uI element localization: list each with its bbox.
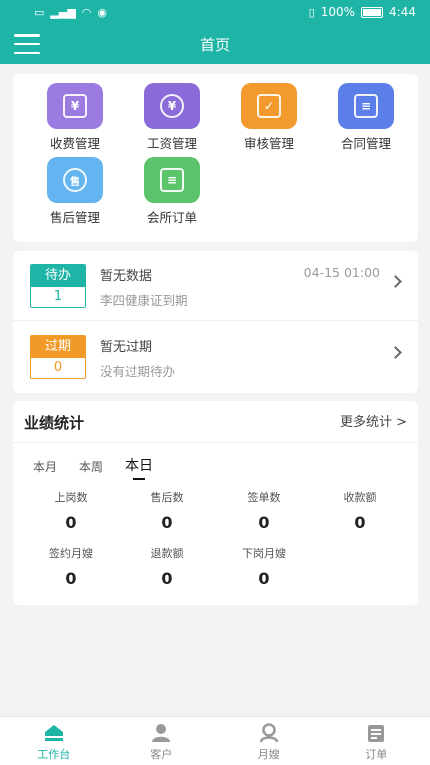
workbench-icon <box>43 723 65 743</box>
stat-value: 0 <box>161 513 173 532</box>
stat-value: 0 <box>258 513 270 532</box>
vibrate-icon: ▯ <box>308 5 315 19</box>
menu-item-after-sales[interactable]: 售 售后管理 <box>30 157 120 226</box>
chevron-right-icon <box>389 275 402 288</box>
stat-value: 0 <box>65 569 77 588</box>
nav-bar: 首页 <box>0 24 430 64</box>
stat-after-sales: 售后数 0 <box>119 489 215 532</box>
stat-label: 下岗月嫂 <box>242 547 286 560</box>
tab-workbench[interactable]: 工作台 <box>0 717 108 765</box>
nanny-icon <box>258 723 280 743</box>
pending-subtitle: 李四健康证到期 <box>100 293 188 308</box>
stat-value: 0 <box>258 569 270 588</box>
tab-customer[interactable]: 客户 <box>108 717 216 765</box>
function-grid: ¥ 收费管理 ¥ 工资管理 ✓ 审核管理 ≡ 合同管理 售 售后管理 ≡ 会所订… <box>13 74 418 242</box>
wifi-icon: ◠ <box>81 5 92 19</box>
status-bar: ▭ ▂▄▆ ◠ ◉ ▯ 100% 4:44 <box>0 0 430 24</box>
after-sales-icon: 售 <box>47 157 103 203</box>
menu-item-salary[interactable]: ¥ 工资管理 <box>127 83 217 152</box>
expired-todo-row[interactable]: 过期 0 暂无过期 没有过期待办 <box>13 322 418 392</box>
stat-label: 售后数 <box>150 491 184 504</box>
stats-title: 业绩统计 <box>24 414 85 432</box>
clock: 4:44 <box>389 5 416 19</box>
order-icon <box>365 723 387 743</box>
status-icons: ▭ ▂▄▆ ◠ ◉ <box>34 6 107 19</box>
divider <box>13 442 418 443</box>
fee-management-icon: ¥ <box>47 83 103 129</box>
club-order-icon: ≡ <box>144 157 200 203</box>
stat-offboard-nanny: 下岗月嫂 0 <box>216 545 312 588</box>
salary-management-icon: ¥ <box>144 83 200 129</box>
stat-label: 退款额 <box>150 547 184 560</box>
status-right: ▯ 100% 4:44 <box>309 5 416 19</box>
stat-value: 0 <box>65 513 77 532</box>
stat-label: 签单数 <box>247 491 281 504</box>
pending-todo-row[interactable]: 待办 1 暂无数据 李四健康证到期 04-15 01:00 <box>13 251 418 321</box>
stat-onboard: 上岗数 0 <box>23 489 119 532</box>
page-title: 首页 <box>199 36 230 54</box>
contract-management-icon: ≡ <box>338 83 394 129</box>
menu-item-label: 售后管理 <box>49 210 100 225</box>
performance-stats: 业绩统计 更多统计 > 本月 本周 本日 上岗数 0 售后数 0 签单数 0 收… <box>13 401 418 605</box>
stat-value: 0 <box>161 569 173 588</box>
pending-time: 04-15 01:00 <box>303 265 380 280</box>
sim-icon: ▭ <box>34 5 45 19</box>
stat-label: 签约月嫂 <box>49 547 93 560</box>
expired-subtitle: 没有过期待办 <box>100 364 176 379</box>
tab-label: 订单 <box>365 748 388 761</box>
tab-label: 工作台 <box>37 748 71 761</box>
stat-signed: 签单数 0 <box>216 489 312 532</box>
customer-icon <box>150 723 172 743</box>
pending-tag-label: 待办 <box>31 265 85 287</box>
stat-contracted-nanny: 签约月嫂 0 <box>23 545 119 588</box>
stat-label: 上岗数 <box>54 491 88 504</box>
battery-percent: 100% <box>320 5 356 19</box>
expired-title: 暂无过期 <box>100 340 153 355</box>
menu-item-contract[interactable]: ≡ 合同管理 <box>321 83 411 152</box>
menu-item-label: 工资管理 <box>146 136 197 151</box>
menu-item-label: 会所订单 <box>146 210 197 225</box>
pending-tag: 待办 1 <box>30 264 86 308</box>
period-tab-day[interactable]: 本日 <box>125 455 153 480</box>
period-tab-week[interactable]: 本周 <box>79 458 103 475</box>
tab-order[interactable]: 订单 <box>323 717 430 765</box>
more-stats-link[interactable]: 更多统计 > <box>340 411 407 430</box>
stat-refund: 退款额 0 <box>119 545 215 588</box>
todo-card: 待办 1 暂无数据 李四健康证到期 04-15 01:00 过期 0 暂无过期 … <box>13 251 418 393</box>
battery-icon <box>361 6 384 18</box>
review-management-icon: ✓ <box>241 83 297 129</box>
stat-label: 收款额 <box>343 491 377 504</box>
expired-tag: 过期 0 <box>30 335 86 379</box>
expired-tag-label: 过期 <box>31 336 85 358</box>
menu-item-club-order[interactable]: ≡ 会所订单 <box>127 157 217 226</box>
tab-label: 客户 <box>150 748 173 761</box>
tab-label: 月嫂 <box>257 748 280 761</box>
notification-icon: ◉ <box>97 5 108 19</box>
pending-title: 暂无数据 <box>100 269 153 284</box>
bottom-tab-bar: 工作台 客户 月嫂 订单 <box>0 716 430 765</box>
stat-payment: 收款额 0 <box>312 489 408 532</box>
signal-icon: ▂▄▆ <box>50 5 76 19</box>
stat-value: 0 <box>354 513 366 532</box>
menu-item-label: 收费管理 <box>49 136 100 151</box>
chevron-right-icon <box>389 346 402 359</box>
menu-item-fee[interactable]: ¥ 收费管理 <box>30 83 120 152</box>
period-tab-month[interactable]: 本月 <box>33 458 57 475</box>
tab-nanny[interactable]: 月嫂 <box>215 717 323 765</box>
expired-count: 0 <box>31 358 85 378</box>
pending-count: 1 <box>31 287 85 307</box>
menu-item-review[interactable]: ✓ 审核管理 <box>224 83 314 152</box>
menu-item-label: 审核管理 <box>243 136 294 151</box>
menu-item-label: 合同管理 <box>340 136 391 151</box>
